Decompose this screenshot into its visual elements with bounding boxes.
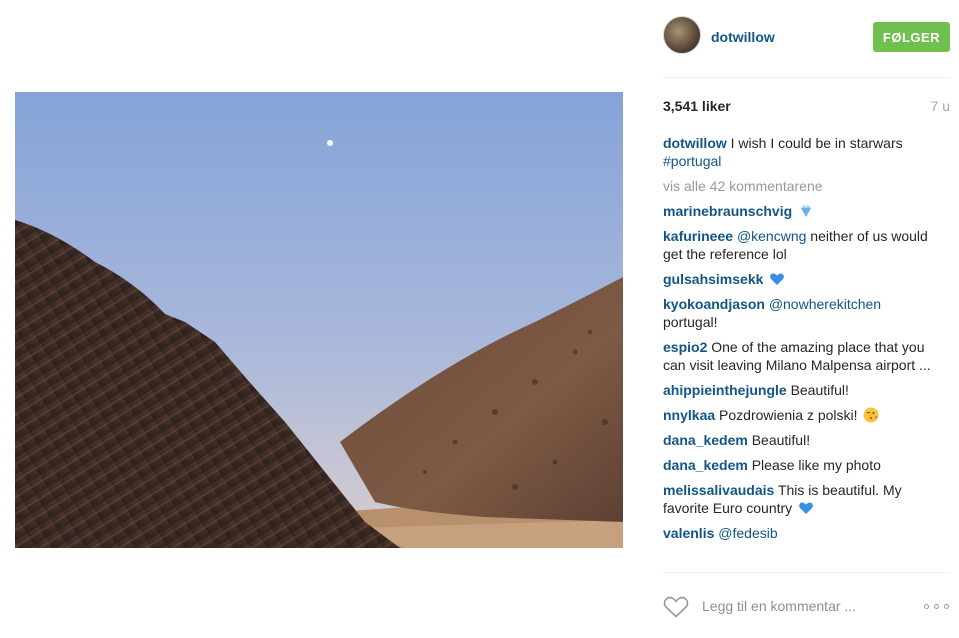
comment-username[interactable]: melissalivaudais (663, 482, 774, 498)
kiss-face-icon (863, 407, 879, 423)
caption-text: I wish I could be in starwars (730, 135, 903, 151)
comment-item: espio2 One of the amazing place that you… (663, 338, 950, 374)
comment-item: kafurineee @kencwng neither of us would … (663, 227, 950, 263)
comment-username[interactable]: ahippieinthejungle (663, 382, 787, 398)
comment-username[interactable]: kyokoandjason (663, 296, 765, 312)
scroll-fade (663, 554, 950, 568)
comment-text: Beautiful! (790, 382, 849, 398)
blue-heart-icon (799, 502, 813, 514)
gem-icon (801, 205, 812, 217)
comment-username[interactable]: dana_kedem (663, 457, 748, 473)
comment-username[interactable]: espio2 (663, 339, 707, 355)
caption-username[interactable]: dotwillow (663, 135, 727, 151)
comment-username[interactable]: marinebraunschvig (663, 203, 792, 219)
view-all-comments-link[interactable]: vis alle 42 kommentarene (663, 177, 950, 195)
comment-username[interactable]: nnylkaa (663, 407, 715, 423)
post-time[interactable]: 7 u (931, 98, 950, 114)
comment-text: Beautiful! (751, 432, 811, 448)
comment-item: gulsahsimsekk (663, 270, 950, 288)
comment-list[interactable]: dotwillow I wish I could be in starwars … (663, 134, 950, 568)
comment-username[interactable]: valenlis (663, 525, 714, 541)
blue-heart-icon (770, 273, 785, 285)
comment-item: kyokoandjason @nowherekitchen portugal! (663, 295, 950, 331)
comment-username[interactable]: kafurineee (663, 228, 733, 244)
landscape-image (15, 92, 623, 548)
likes-row: 3,541 liker 7 u (663, 98, 950, 116)
comment-item: dana_kedem Beautiful! (663, 431, 950, 449)
comment-mention[interactable]: @fedesib (718, 525, 777, 541)
more-options-icon[interactable] (924, 604, 950, 610)
post-sidebar: dotwillow FØLGER 3,541 liker 7 u dotwill… (663, 0, 950, 638)
post-header: dotwillow FØLGER (663, 16, 950, 58)
author-username-link[interactable]: dotwillow (711, 29, 775, 45)
comment-mention[interactable]: @nowherekitchen (769, 296, 881, 312)
comment-mention[interactable]: @kencwng (737, 228, 806, 244)
header-divider (663, 77, 950, 78)
comment-username[interactable]: gulsahsimsekk (663, 271, 763, 287)
caption-hashtag[interactable]: #portugal (663, 153, 721, 169)
comment-username[interactable]: dana_kedem (663, 432, 748, 448)
footer-divider (663, 572, 950, 573)
avatar[interactable] (663, 16, 701, 54)
comment-item: valenlis @fedesib (663, 524, 950, 542)
comment-text: Please like my photo (751, 457, 881, 473)
heart-icon[interactable] (663, 595, 689, 619)
post-photo[interactable] (15, 92, 623, 548)
comment-item: marinebraunschvig (663, 202, 950, 220)
comment-item: ahippieinthejungle Beautiful! (663, 381, 950, 399)
comment-item: nnylkaa Pozdrowienia z polski! (663, 406, 950, 424)
comment-input[interactable] (702, 596, 902, 616)
comment-bar (663, 592, 950, 620)
comment-text: portugal! (663, 314, 718, 330)
comment-item: melissalivaudais This is beautiful. My f… (663, 481, 950, 517)
caption: dotwillow I wish I could be in starwars … (663, 134, 950, 170)
following-button[interactable]: FØLGER (873, 22, 950, 52)
like-count[interactable]: 3,541 liker (663, 98, 731, 114)
comment-text: Pozdrowienia z polski! (719, 407, 858, 423)
comment-item: dana_kedem Please like my photo (663, 456, 950, 474)
